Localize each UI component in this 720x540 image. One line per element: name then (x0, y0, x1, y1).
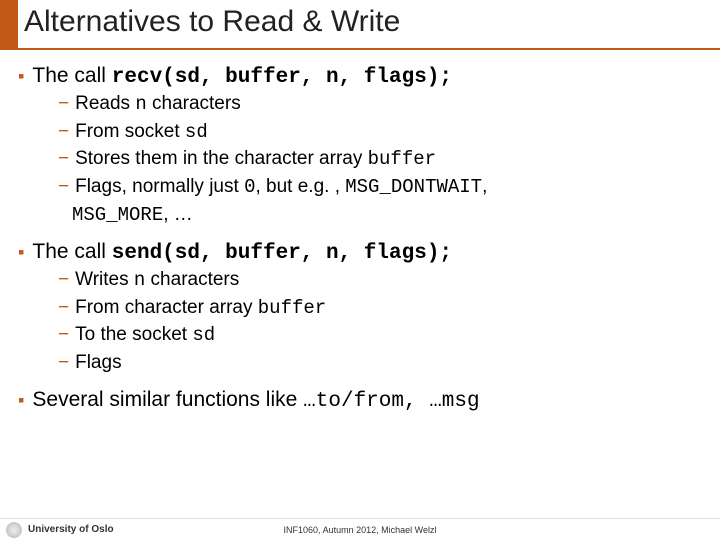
dash-icon: − (58, 350, 69, 376)
university-seal-icon (6, 522, 22, 538)
bullet-text: Several similar functions like …to/from,… (32, 388, 479, 413)
dash-icon: − (58, 295, 69, 321)
sub-list: −Writes n characters −From character arr… (18, 267, 702, 376)
sub-item: −From character array buffer (58, 295, 702, 322)
dash-icon: − (58, 267, 69, 293)
bullet-item: ▪ The call send(sd, buffer, n, flags); −… (18, 240, 702, 376)
title-accent (0, 0, 18, 48)
bullet-item: ▪ The call recv(sd, buffer, n, flags); −… (18, 64, 702, 228)
square-bullet-icon: ▪ (18, 388, 24, 412)
title-bar: Alternatives to Read & Write (0, 0, 720, 48)
course-info: INF1060, Autumn 2012, Michael Welzl (284, 525, 437, 535)
code-text: send(sd, buffer, n, flags); (112, 242, 452, 265)
slide-title: Alternatives to Read & Write (18, 0, 400, 48)
square-bullet-icon: ▪ (18, 240, 24, 264)
sub-item: −Stores them in the character array buff… (58, 146, 702, 173)
square-bullet-icon: ▪ (18, 64, 24, 88)
sub-item: −From socket sd (58, 119, 702, 146)
sub-list: −Reads n characters −From socket sd −Sto… (18, 91, 702, 201)
bullet-row: ▪ The call send(sd, buffer, n, flags); (18, 240, 702, 265)
dash-icon: − (58, 322, 69, 348)
bullet-text: The call send(sd, buffer, n, flags); (32, 240, 452, 265)
sub-item: −Flags (58, 350, 702, 376)
bullet-item: ▪ Several similar functions like …to/fro… (18, 388, 702, 413)
continuation: MSG_MORE, … (18, 202, 702, 229)
code-text: recv(sd, buffer, n, flags); (112, 66, 452, 89)
sub-item: −To the socket sd (58, 322, 702, 349)
sub-item: −Flags, normally just 0, but e.g. , MSG_… (58, 174, 702, 201)
sub-item: −Writes n characters (58, 267, 702, 294)
dash-icon: − (58, 174, 69, 200)
bullet-row: ▪ Several similar functions like …to/fro… (18, 388, 702, 413)
dash-icon: − (58, 91, 69, 117)
bullet-row: ▪ The call recv(sd, buffer, n, flags); (18, 64, 702, 89)
footer: University of Oslo INF1060, Autumn 2012,… (0, 518, 720, 540)
dash-icon: − (58, 119, 69, 145)
university-name: University of Oslo (28, 524, 114, 535)
sub-item: −Reads n characters (58, 91, 702, 118)
content-area: ▪ The call recv(sd, buffer, n, flags); −… (0, 50, 720, 413)
dash-icon: − (58, 146, 69, 172)
bullet-text: The call recv(sd, buffer, n, flags); (32, 64, 452, 89)
